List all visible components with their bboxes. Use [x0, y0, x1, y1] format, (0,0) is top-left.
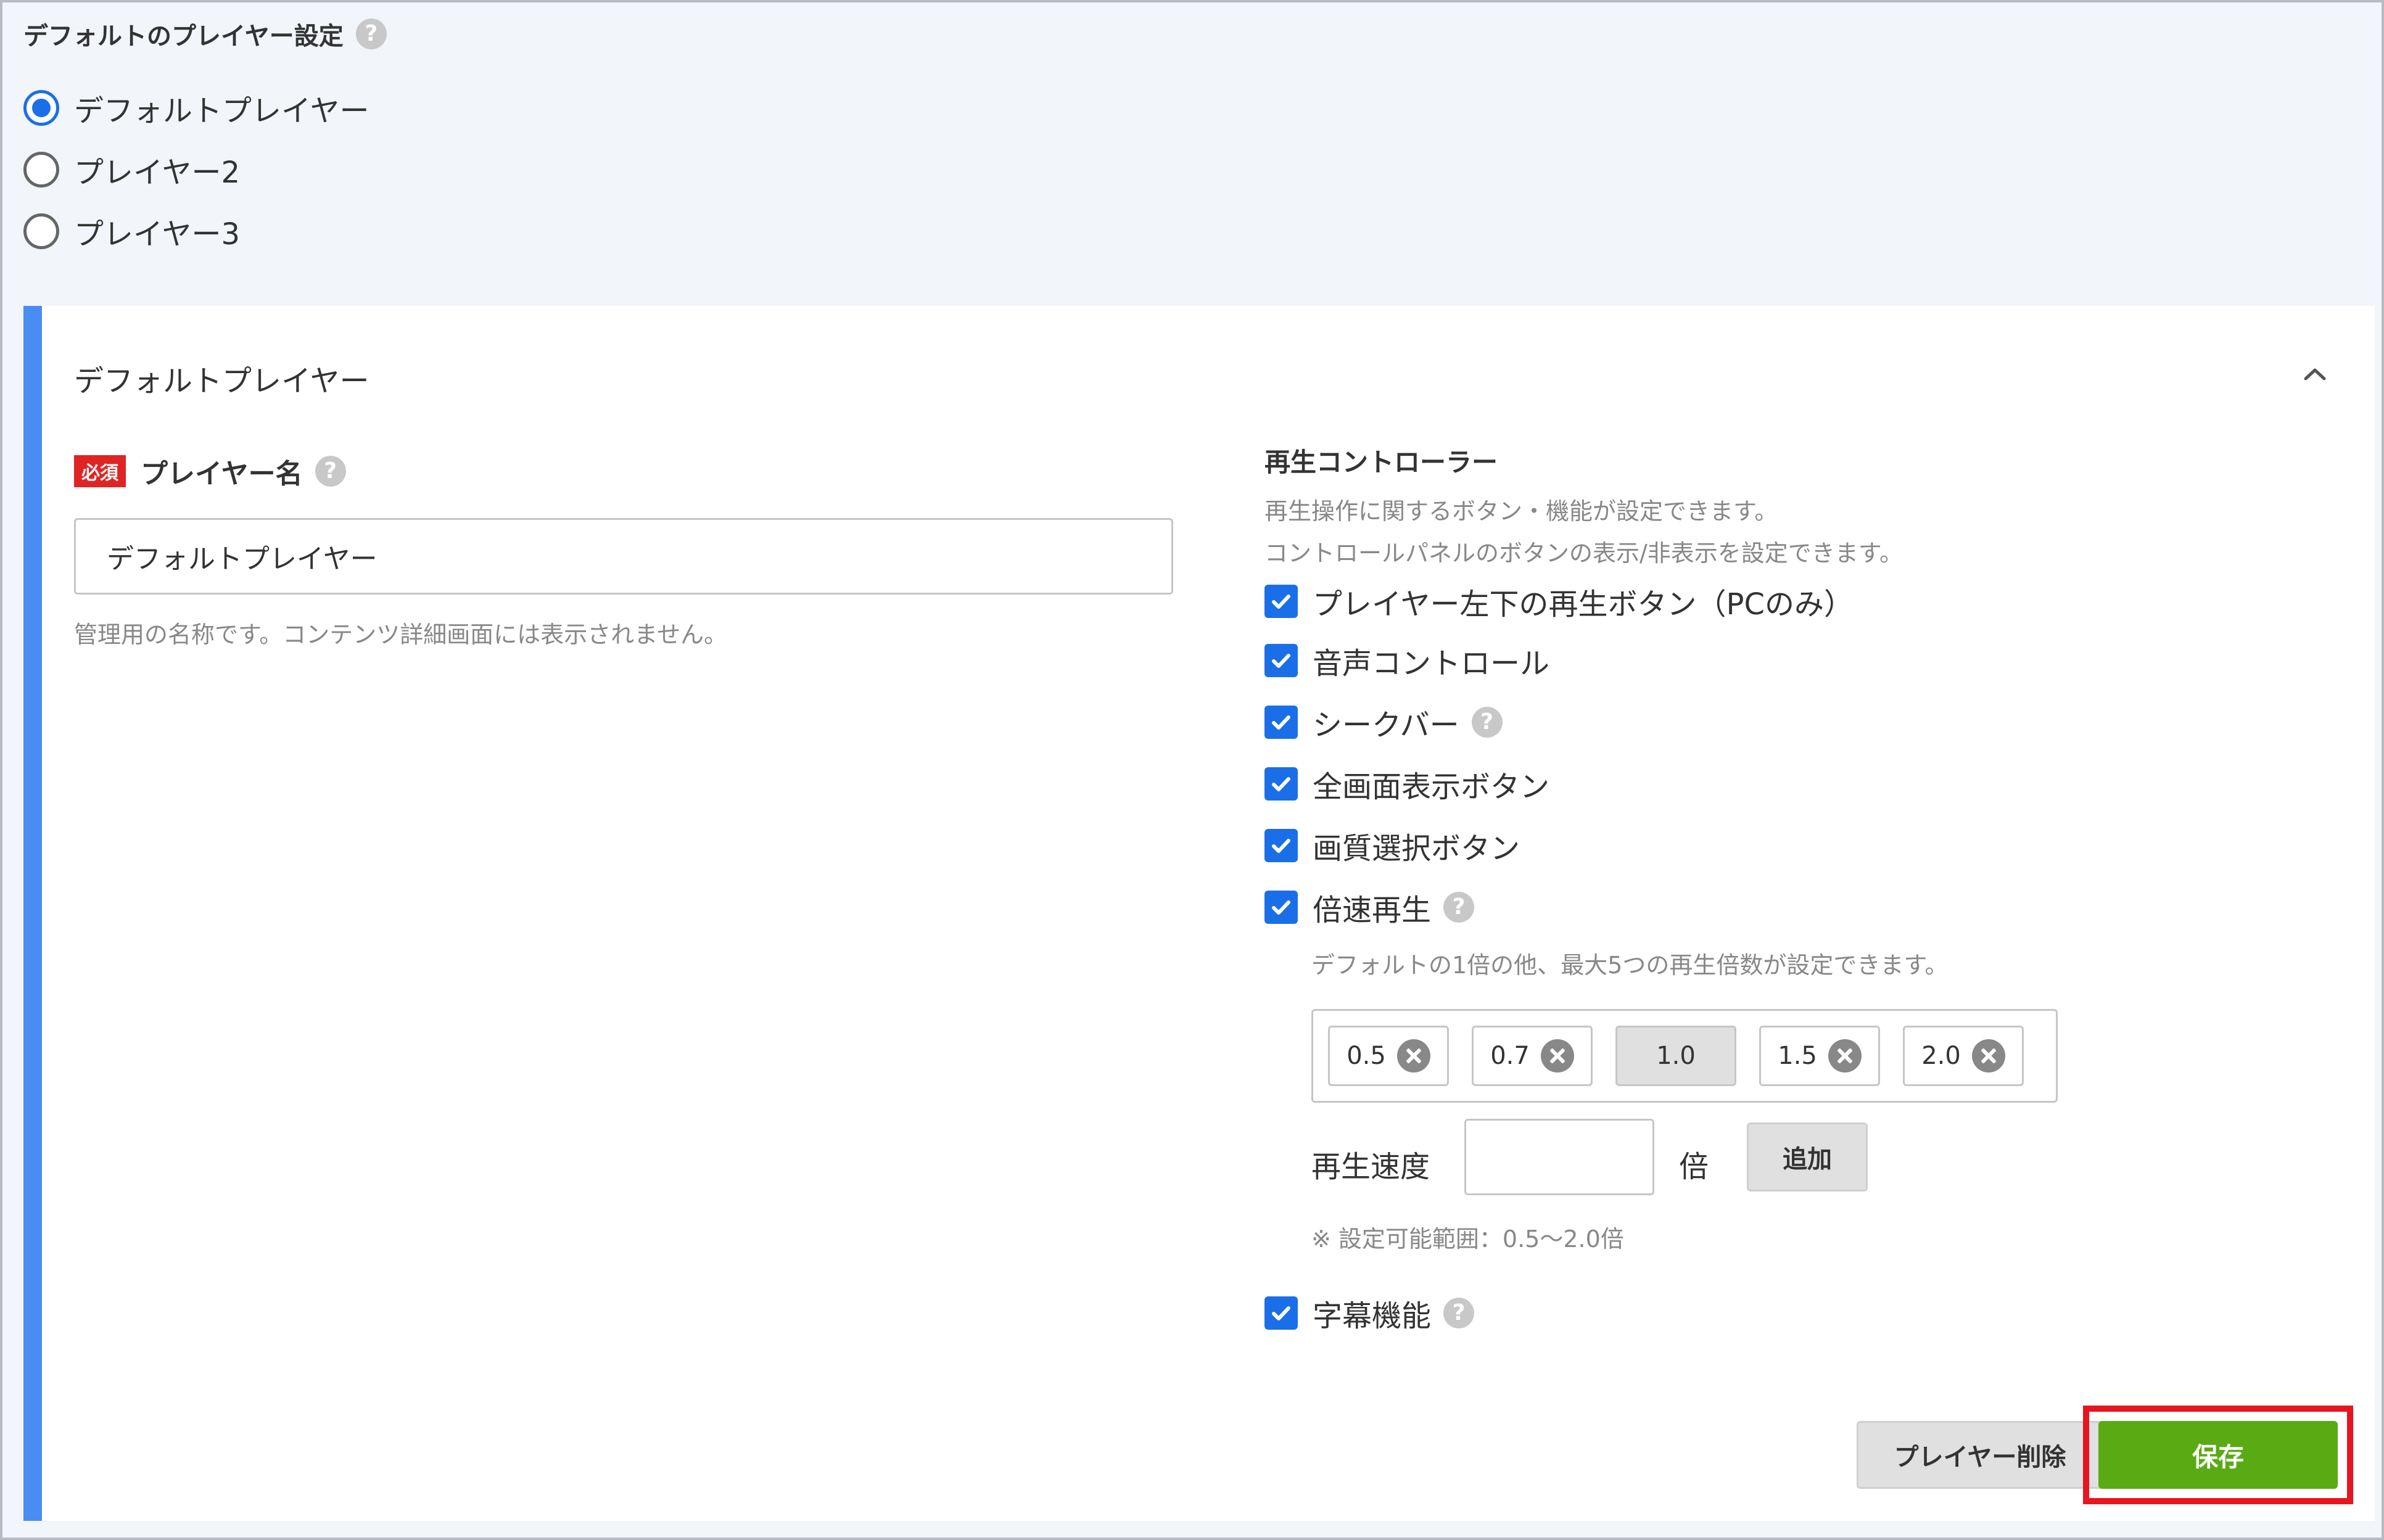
speed-chip: 1.5	[1759, 1026, 1880, 1086]
player-settings-panel: デフォルトプレイヤー 必須 プレイヤー名 ? 管理用の名称です。コンテンツ詳細画…	[23, 306, 2375, 1521]
delete-player-button[interactable]: プレイヤー削除	[1857, 1421, 2103, 1489]
speed-chip-label: 1.5	[1778, 1042, 1817, 1070]
speed-hint: デフォルトの1倍の他、最大5つの再生倍数が設定できます。	[1311, 952, 1949, 979]
radio-label: プレイヤー2	[74, 155, 241, 190]
checkbox-checked-icon[interactable]	[1264, 1296, 1298, 1330]
checkbox-play-button[interactable]: プレイヤー左下の再生ボタン（PCのみ）	[1264, 580, 1854, 623]
help-icon[interactable]: ?	[1443, 892, 1475, 923]
remove-chip-icon[interactable]	[1828, 1039, 1862, 1073]
checkbox-label: 全画面表示ボタン	[1313, 770, 1550, 804]
section-title-text: デフォルトのプレイヤー設定	[23, 22, 344, 51]
help-icon[interactable]: ?	[1443, 1298, 1475, 1328]
player-name-label-text: プレイヤー名	[141, 458, 303, 490]
radio-default-player[interactable]: デフォルトプレイヤー	[23, 86, 369, 130]
add-speed-button[interactable]: 追加	[1747, 1122, 1868, 1192]
checkbox-subtitles[interactable]: 字幕機能 ?	[1264, 1291, 1475, 1335]
speed-chip: 0.7	[1472, 1026, 1593, 1086]
radio-player-2[interactable]: プレイヤー2	[23, 148, 240, 191]
range-note: ※ 設定可能範囲：0.5〜2.0倍	[1311, 1225, 1624, 1253]
checkbox-label: シークバー	[1313, 708, 1459, 743]
controller-desc-2: コントロールパネルのボタンの表示/非表示を設定できます。	[1264, 540, 1903, 567]
checkbox-label: 字幕機能	[1313, 1299, 1432, 1333]
speed-chip-list: 0.5 0.7 1.0 1.5 2.0	[1311, 1009, 2058, 1103]
checkbox-checked-icon[interactable]	[1264, 891, 1298, 924]
checkbox-label: プレイヤー左下の再生ボタン（PCのみ）	[1313, 587, 1854, 622]
speed-chip-label: 0.5	[1347, 1042, 1386, 1070]
checkbox-seek-bar[interactable]: シークバー ?	[1264, 701, 1503, 744]
radio-selected-icon[interactable]	[23, 90, 59, 126]
radio-player-3[interactable]: プレイヤー3	[23, 210, 240, 253]
speed-input-label: 再生速度	[1311, 1150, 1430, 1184]
radio-label: プレイヤー3	[74, 217, 241, 252]
speed-chip: 0.5	[1328, 1026, 1449, 1086]
remove-chip-icon[interactable]	[1540, 1039, 1574, 1073]
section-title: デフォルトのプレイヤー設定 ?	[23, 16, 387, 52]
checkbox-checked-icon[interactable]	[1264, 767, 1298, 801]
radio-label: デフォルトプレイヤー	[74, 94, 369, 128]
speed-chip-label: 2.0	[1921, 1042, 1961, 1070]
checkbox-checked-icon[interactable]	[1264, 706, 1298, 739]
checkbox-checked-icon[interactable]	[1264, 644, 1298, 677]
speed-input[interactable]	[1464, 1119, 1654, 1195]
remove-chip-icon[interactable]	[1971, 1039, 2005, 1073]
checkbox-label: 音声コントロール	[1313, 646, 1550, 681]
controller-desc-1: 再生操作に関するボタン・機能が設定できます。	[1264, 498, 1778, 525]
checkbox-audio-control[interactable]: 音声コントロール	[1264, 639, 1549, 682]
save-highlight-box	[2083, 1406, 2353, 1504]
checkbox-quality-button[interactable]: 画質選択ボタン	[1264, 824, 1520, 867]
speed-chip-label: 0.7	[1490, 1042, 1530, 1070]
speed-chip-default: 1.0	[1615, 1026, 1736, 1086]
settings-page: デフォルトのプレイヤー設定 ? デフォルトプレイヤー プレイヤー2 プレイヤー3…	[0, 0, 2384, 1540]
required-badge: 必須	[74, 455, 126, 487]
panel-title: デフォルトプレイヤー	[74, 364, 369, 398]
chevron-up-icon[interactable]	[2299, 359, 2330, 390]
help-icon[interactable]: ?	[355, 19, 387, 49]
checkbox-checked-icon[interactable]	[1264, 585, 1298, 618]
player-name-label: 必須 プレイヤー名 ?	[74, 451, 346, 491]
speed-unit: 倍	[1679, 1150, 1709, 1184]
checkbox-fullscreen-button[interactable]: 全画面表示ボタン	[1264, 762, 1549, 805]
player-name-input[interactable]	[74, 518, 1173, 595]
speed-chip-label: 1.0	[1656, 1042, 1696, 1070]
radio-icon[interactable]	[23, 213, 59, 249]
remove-chip-icon[interactable]	[1396, 1039, 1430, 1073]
controller-title: 再生コントローラー	[1264, 447, 1498, 477]
checkbox-checked-icon[interactable]	[1264, 829, 1298, 862]
checkbox-playback-speed[interactable]: 倍速再生 ?	[1264, 886, 1475, 929]
help-icon[interactable]: ?	[315, 456, 346, 487]
help-icon[interactable]: ?	[1471, 707, 1503, 738]
checkbox-label: 倍速再生	[1313, 893, 1432, 928]
radio-icon[interactable]	[23, 152, 59, 187]
player-name-hint: 管理用の名称です。コンテンツ詳細画面には表示されません。	[74, 621, 728, 648]
checkbox-label: 画質選択ボタン	[1313, 831, 1520, 866]
speed-chip: 2.0	[1903, 1026, 2024, 1086]
